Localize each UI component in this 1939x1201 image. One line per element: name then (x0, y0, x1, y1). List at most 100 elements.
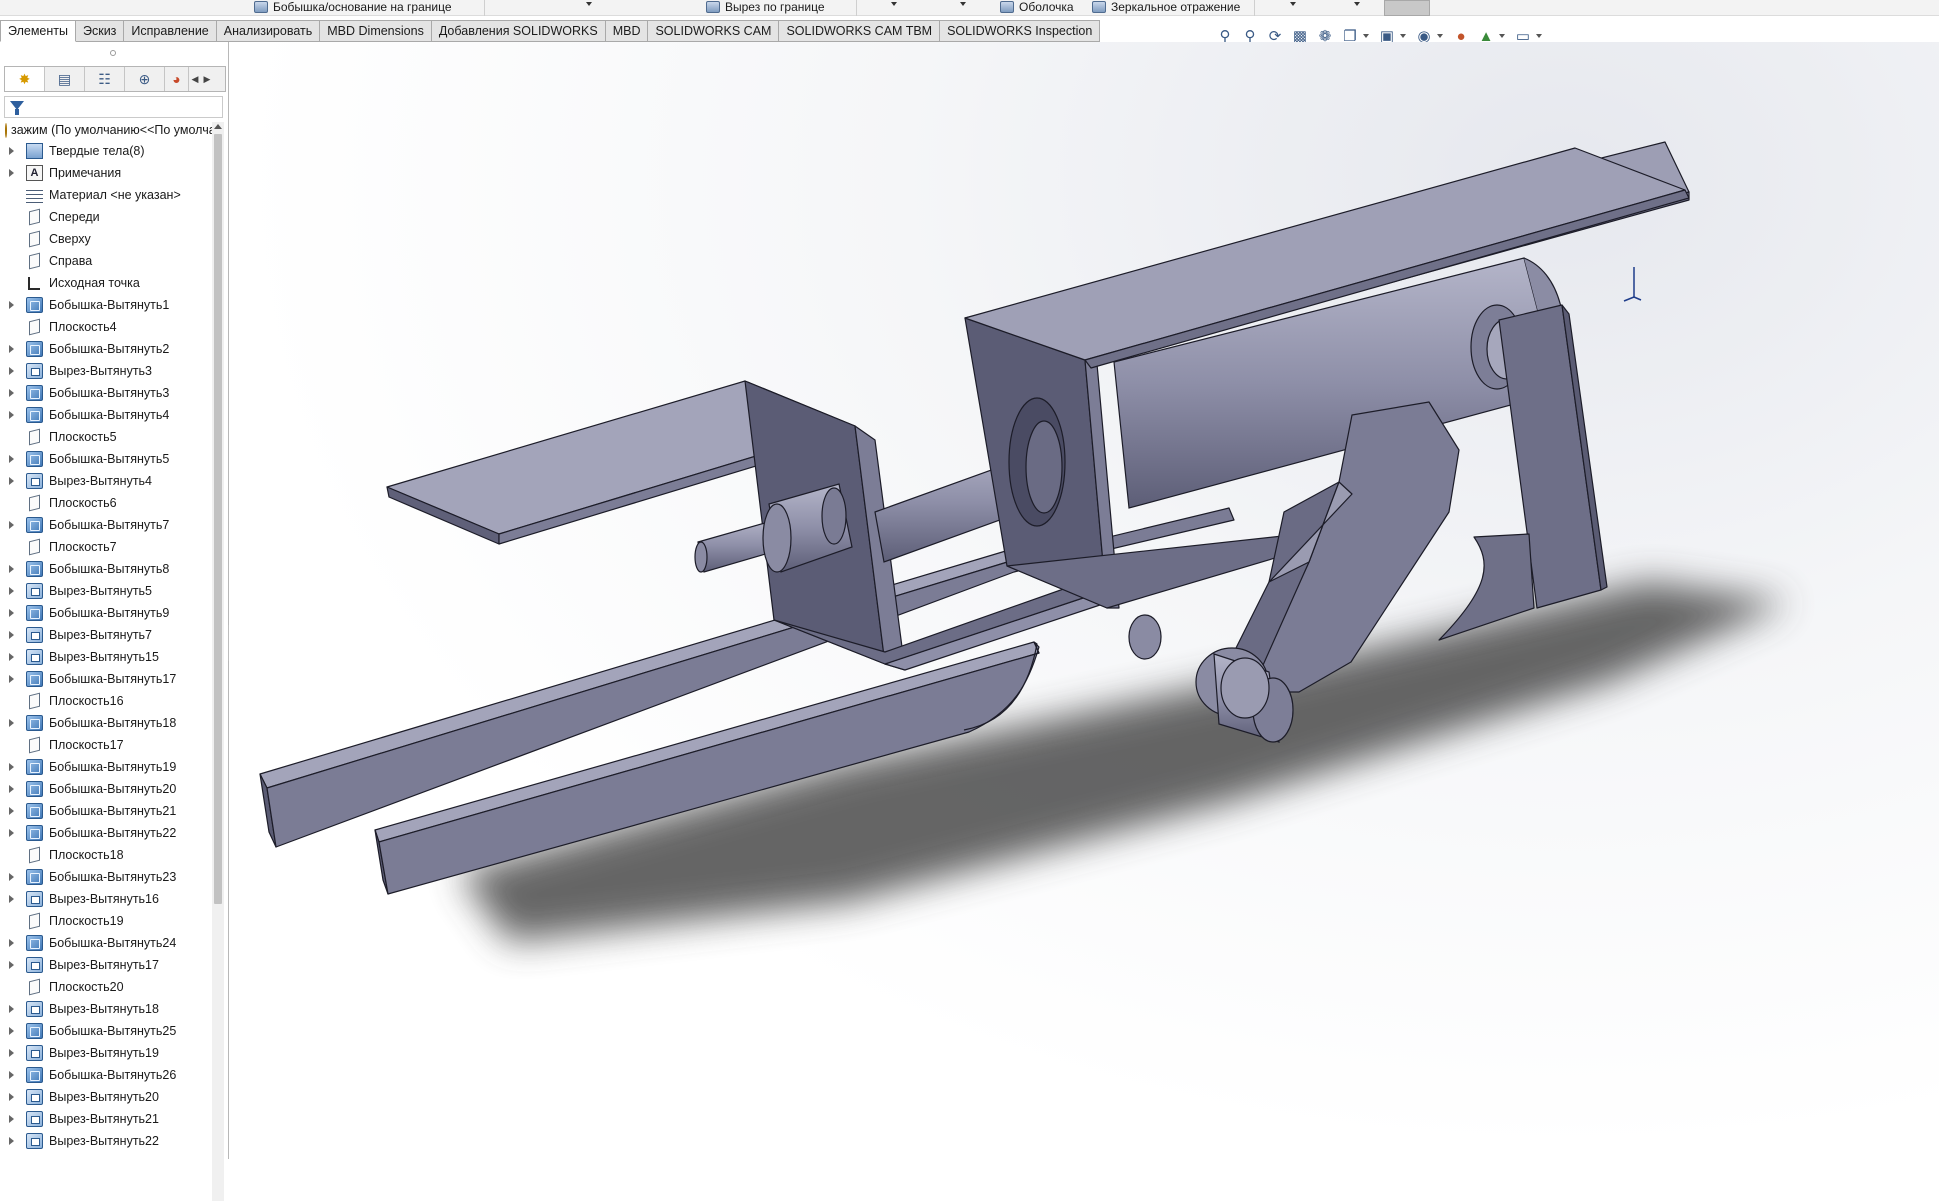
tab-scroll-left-icon[interactable]: ◀ (189, 67, 201, 91)
expand-arrow-icon[interactable] (9, 785, 14, 793)
mirror-button[interactable]: Зеркальное отражение (1092, 0, 1240, 14)
tree-item[interactable]: Плоскость16 (0, 690, 210, 712)
tree-item[interactable]: Плоскость7 (0, 536, 210, 558)
expand-arrow-icon[interactable] (9, 807, 14, 815)
expand-arrow-icon[interactable] (9, 609, 14, 617)
tree-item[interactable]: Бобышка-Вытянуть20 (0, 778, 210, 800)
tree-item[interactable]: Вырез-Вытянуть19 (0, 1042, 210, 1064)
expand-arrow-icon[interactable] (9, 763, 14, 771)
chevron-down-icon[interactable] (1536, 34, 1542, 38)
model-view[interactable] (229, 42, 1939, 1159)
graphics-area[interactable] (229, 42, 1939, 1159)
tab-1[interactable]: Эскиз (75, 20, 125, 42)
expand-arrow-icon[interactable] (9, 675, 14, 683)
expand-arrow-icon[interactable] (9, 873, 14, 881)
expand-arrow-icon[interactable] (9, 1049, 14, 1057)
tab-0[interactable]: Элементы (0, 20, 76, 42)
expand-arrow-icon[interactable] (9, 1071, 14, 1079)
tree-item[interactable]: Плоскость6 (0, 492, 210, 514)
expand-arrow-icon[interactable] (9, 1093, 14, 1101)
tree-item[interactable]: Бобышка-Вытянуть17 (0, 668, 210, 690)
feature-manager-tab[interactable]: ✸ (5, 67, 45, 91)
expand-arrow-icon[interactable] (9, 1027, 14, 1035)
tree-item[interactable]: Твердые тела(8) (0, 140, 210, 162)
expand-arrow-icon[interactable] (9, 895, 14, 903)
tree-item[interactable]: Исходная точка (0, 272, 210, 294)
tab-2[interactable]: Исправление (124, 20, 217, 42)
expand-arrow-icon[interactable] (9, 367, 14, 375)
expand-arrow-icon[interactable] (9, 345, 14, 353)
tree-item[interactable]: Плоскость18 (0, 844, 210, 866)
chevron-down-icon[interactable] (586, 2, 592, 6)
chevron-down-icon[interactable] (1354, 2, 1360, 6)
tree-item[interactable]: Вырез-Вытянуть18 (0, 998, 210, 1020)
expand-arrow-icon[interactable] (9, 829, 14, 837)
tree-item[interactable]: Справа (0, 250, 210, 272)
expand-arrow-icon[interactable] (9, 147, 14, 155)
tree-item[interactable]: Плоскость19 (0, 910, 210, 932)
tree-item[interactable]: Вырез-Вытянуть15 (0, 646, 210, 668)
boss-boundary-button[interactable]: Бобышка/основание на границе (254, 0, 452, 14)
tree-item[interactable]: Вырез-Вытянуть5 (0, 580, 210, 602)
tree-item[interactable]: Бобышка-Вытянуть23 (0, 866, 210, 888)
tree-item[interactable]: Вырез-Вытянуть21 (0, 1108, 210, 1130)
expand-arrow-icon[interactable] (9, 1005, 14, 1013)
tree-item[interactable]: Сверху (0, 228, 210, 250)
tree-root-part[interactable]: зажим (По умолчанию<<По умолчанию>> (5, 120, 212, 140)
tree-item[interactable]: Бобышка-Вытянуть8 (0, 558, 210, 580)
chevron-down-icon[interactable] (1400, 34, 1406, 38)
tab-3[interactable]: Анализировать (216, 20, 321, 42)
tree-item[interactable]: Спереди (0, 206, 210, 228)
chevron-down-icon[interactable] (1363, 34, 1369, 38)
tree-item[interactable]: Вырез-Вытянуть3 (0, 360, 210, 382)
tree-item[interactable]: Бобышка-Вытянуть2 (0, 338, 210, 360)
chevron-down-icon[interactable] (891, 2, 897, 6)
tree-item[interactable]: Вырез-Вытянуть16 (0, 888, 210, 910)
tree-scrollbar[interactable] (212, 122, 224, 1201)
expand-arrow-icon[interactable] (9, 1137, 14, 1145)
tab-8[interactable]: SOLIDWORKS CAM TBM (779, 20, 941, 42)
ribbon-gray-button[interactable] (1384, 0, 1430, 16)
tree-item[interactable]: Бобышка-Вытянуть24 (0, 932, 210, 954)
tree-item[interactable]: Бобышка-Вытянуть21 (0, 800, 210, 822)
tree-item[interactable]: Бобышка-Вытянуть7 (0, 514, 210, 536)
display-manager-tab[interactable]: ◕ (165, 67, 189, 91)
chevron-down-icon[interactable] (1437, 34, 1443, 38)
tree-filter-input[interactable] (4, 96, 223, 118)
tree-item[interactable]: Бобышка-Вытянуть25 (0, 1020, 210, 1042)
tree-item[interactable]: Бобышка-Вытянуть18 (0, 712, 210, 734)
cut-boundary-button[interactable]: Вырез по границе (706, 0, 825, 14)
filter-icon[interactable] (10, 101, 24, 115)
tree-item[interactable]: Плоскость5 (0, 426, 210, 448)
tree-item[interactable]: Вырез-Вытянуть4 (0, 470, 210, 492)
tree-item[interactable]: Бобышка-Вытянуть5 (0, 448, 210, 470)
expand-arrow-icon[interactable] (9, 169, 14, 177)
tree-item[interactable]: Бобышка-Вытянуть3 (0, 382, 210, 404)
tree-item[interactable]: Материал <не указан> (0, 184, 210, 206)
chevron-down-icon[interactable] (1499, 34, 1505, 38)
tree-item[interactable]: Вырез-Вытянуть17 (0, 954, 210, 976)
expand-arrow-icon[interactable] (9, 455, 14, 463)
tab-5[interactable]: Добавления SOLIDWORKS (431, 20, 606, 42)
tab-6[interactable]: MBD (605, 20, 649, 42)
tree-item[interactable]: A Примечания (0, 162, 210, 184)
expand-arrow-icon[interactable] (9, 719, 14, 727)
chevron-down-icon[interactable] (1290, 2, 1296, 6)
expand-arrow-icon[interactable] (9, 961, 14, 969)
tree-item[interactable]: Бобышка-Вытянуть22 (0, 822, 210, 844)
panel-grip[interactable] (110, 50, 116, 56)
tree-item[interactable]: Вырез-Вытянуть20 (0, 1086, 210, 1108)
tree-item[interactable]: Вырез-Вытянуть7 (0, 624, 210, 646)
tab-7[interactable]: SOLIDWORKS CAM (648, 20, 780, 42)
tree-item[interactable]: Бобышка-Вытянуть19 (0, 756, 210, 778)
chevron-down-icon[interactable] (960, 2, 966, 6)
tree-item[interactable]: Бобышка-Вытянуть4 (0, 404, 210, 426)
tab-4[interactable]: MBD Dimensions (320, 20, 432, 42)
expand-arrow-icon[interactable] (9, 389, 14, 397)
expand-arrow-icon[interactable] (9, 1115, 14, 1123)
expand-arrow-icon[interactable] (9, 587, 14, 595)
expand-arrow-icon[interactable] (9, 301, 14, 309)
expand-arrow-icon[interactable] (9, 521, 14, 529)
tree-item[interactable]: Вырез-Вытянуть22 (0, 1130, 210, 1152)
tree-item[interactable]: Плоскость20 (0, 976, 210, 998)
